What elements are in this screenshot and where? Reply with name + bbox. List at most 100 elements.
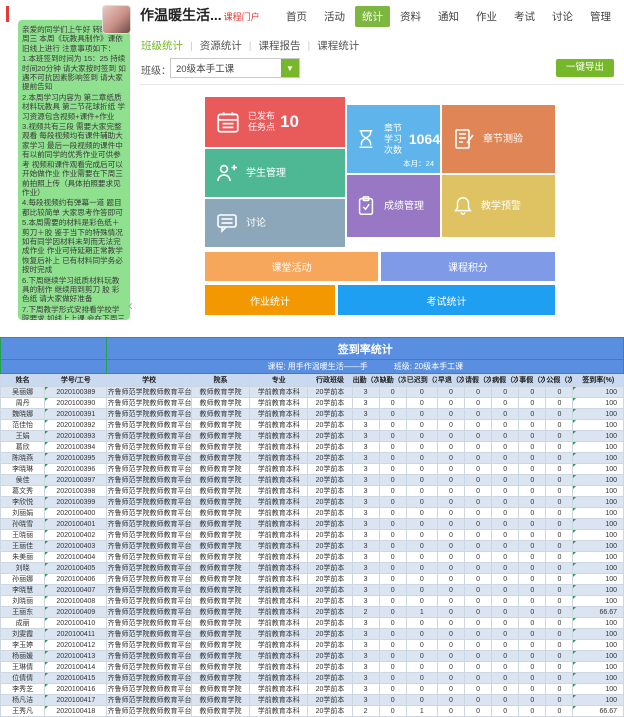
cell: 0 [406, 629, 437, 640]
cell: 教师教育学院 [191, 552, 249, 563]
cell: 0 [546, 662, 573, 673]
cell: 2020100400 [45, 508, 107, 519]
cell: 李晓慧 [1, 585, 45, 596]
tile-course-points[interactable]: 课程积分 [381, 252, 555, 281]
cell: 0 [465, 673, 492, 684]
sub-tab-3[interactable]: 课程统计 [317, 38, 359, 53]
table-row: 范佳怡2020100392齐鲁师范学院教师教育平台教师教育学院学前教育本科20学… [1, 420, 624, 431]
cell: 0 [465, 552, 492, 563]
cell: 0 [519, 596, 546, 607]
cell: 3 [352, 442, 379, 453]
attendance-table: 签到率统计 课程: 用手作温暖生活——手班级: 20级本手工课 姓名学号/工号学… [0, 337, 624, 717]
column-header-11: 病假（次） [492, 374, 519, 387]
nav-item-5[interactable]: 作业 [469, 6, 504, 27]
tile-class-activity[interactable]: 课堂活动 [205, 252, 378, 281]
cell: 1 [406, 607, 437, 618]
cell: 0 [519, 409, 546, 420]
tile-exam-stats[interactable]: 考试统计 [338, 285, 555, 315]
cell: 0 [492, 706, 519, 717]
cell: 齐鲁师范学院教师教育平台 [107, 398, 191, 409]
cell: 王娟 [1, 431, 45, 442]
bell-icon [452, 195, 474, 217]
cell: 0 [379, 541, 406, 552]
tile-chapter-study[interactable]: 章节学习次数 1064 本月：24 [347, 105, 440, 173]
cell: 王琳倩 [1, 662, 45, 673]
nav-item-6[interactable]: 考试 [507, 6, 542, 27]
nav-item-8[interactable]: 管理 [583, 6, 618, 27]
class-select[interactable]: 20级本手工课 ▼ [170, 58, 300, 78]
cell: 齐鲁师范学院教师教育平台 [107, 629, 191, 640]
tile-published-tasks[interactable]: 已发布任务点 10 [205, 97, 345, 147]
tile-grade-management[interactable]: 成绩管理 [347, 175, 440, 237]
cell: 0 [492, 574, 519, 585]
cell: 0 [546, 497, 573, 508]
cell: 齐鲁师范学院教师教育平台 [107, 508, 191, 519]
cell: 2020100389 [45, 387, 107, 398]
cell: 0 [519, 497, 546, 508]
cell: 2020100414 [45, 662, 107, 673]
cell: 2020100392 [45, 420, 107, 431]
cell: 齐鲁师范学院教师教育平台 [107, 585, 191, 596]
cell: 0 [379, 596, 406, 607]
cell: 0 [406, 453, 437, 464]
table-row: 王丽东2020100409齐鲁师范学院教师教育平台教师教育学院学前教育本科20学… [1, 607, 624, 618]
cell: 66.67 [573, 706, 624, 717]
table-row: 王秀凡2020100418齐鲁师范学院教师教育平台教师教育学院学前教育本科20学… [1, 706, 624, 717]
cell: 教师教育学院 [191, 640, 249, 651]
tile-homework-stats[interactable]: 作业统计 [205, 285, 335, 315]
cell: 学前教育本科 [250, 684, 308, 695]
cell: 100 [573, 475, 624, 486]
tile-teaching-warning[interactable]: 教学预警 [442, 175, 555, 237]
table-row: 刘雯霞2020100411齐鲁师范学院教师教育平台教师教育学院学前教育本科20学… [1, 629, 624, 640]
nav-item-4[interactable]: 通知 [431, 6, 466, 27]
tile-label: 章节学习 [384, 123, 404, 145]
cell: 3 [352, 585, 379, 596]
cell: 0 [437, 607, 464, 618]
cell: 0 [465, 508, 492, 519]
cell: 齐鲁师范学院教师教育平台 [107, 618, 191, 629]
sub-tab-1[interactable]: 资源统计 [200, 38, 242, 53]
cell: 齐鲁师范学院教师教育平台 [107, 453, 191, 464]
nav-item-0[interactable]: 首页 [279, 6, 314, 27]
chevron-down-icon[interactable]: ▼ [281, 59, 299, 77]
portal-link[interactable]: 课程门户 [224, 12, 260, 22]
cell: 0 [465, 574, 492, 585]
table-title-row: 签到率统计 [1, 338, 624, 360]
cell: 0 [492, 508, 519, 519]
chevron-left-icon[interactable]: ‹ [128, 298, 133, 313]
column-header-12: 事假（次） [519, 374, 546, 387]
cell: 学前教育本科 [250, 541, 308, 552]
cell: 齐鲁师范学院教师教育平台 [107, 662, 191, 673]
nav-item-7[interactable]: 讨论 [545, 6, 580, 27]
cell: 3 [352, 398, 379, 409]
cell: 0 [406, 508, 437, 519]
cell: 学前教育本科 [250, 706, 308, 717]
cell: 齐鲁师范学院教师教育平台 [107, 420, 191, 431]
nav-item-1[interactable]: 活动 [317, 6, 352, 27]
cell: 教师教育学院 [191, 420, 249, 431]
tile-chapter-quiz[interactable]: 章节测验 [442, 105, 555, 173]
sub-tab-0[interactable]: 班级统计 [141, 38, 183, 53]
cell: 0 [492, 618, 519, 629]
cell: 0 [519, 508, 546, 519]
cell: 0 [465, 596, 492, 607]
cell: 0 [437, 530, 464, 541]
table-row: 杨丽媛2020100413齐鲁师范学院教师教育平台教师教育学院学前教育本科20学… [1, 651, 624, 662]
chat-paragraph: 7.下周教学形式安排看学校学院要求 如线上上课 会在下周三前一时间给大家发关于第… [22, 305, 126, 320]
tile-student-management[interactable]: 学生管理 [205, 149, 345, 197]
cell: 0 [519, 420, 546, 431]
nav-item-3[interactable]: 资料 [393, 6, 428, 27]
cell: 教师教育学院 [191, 596, 249, 607]
tile-discussion[interactable]: 讨论 [205, 199, 345, 247]
cell: 0 [406, 684, 437, 695]
cell: 0 [437, 585, 464, 596]
column-header-7: 缺勤（次） [379, 374, 406, 387]
nav-item-2[interactable]: 统计 [355, 6, 390, 27]
cell: 3 [352, 497, 379, 508]
cell: 0 [492, 453, 519, 464]
cell: 2020100394 [45, 442, 107, 453]
sub-tab-2[interactable]: 课程报告 [258, 38, 300, 53]
tile-label: 教学预警 [481, 201, 521, 212]
export-button[interactable]: 一键导出 [556, 59, 614, 77]
cell: 2020100397 [45, 475, 107, 486]
